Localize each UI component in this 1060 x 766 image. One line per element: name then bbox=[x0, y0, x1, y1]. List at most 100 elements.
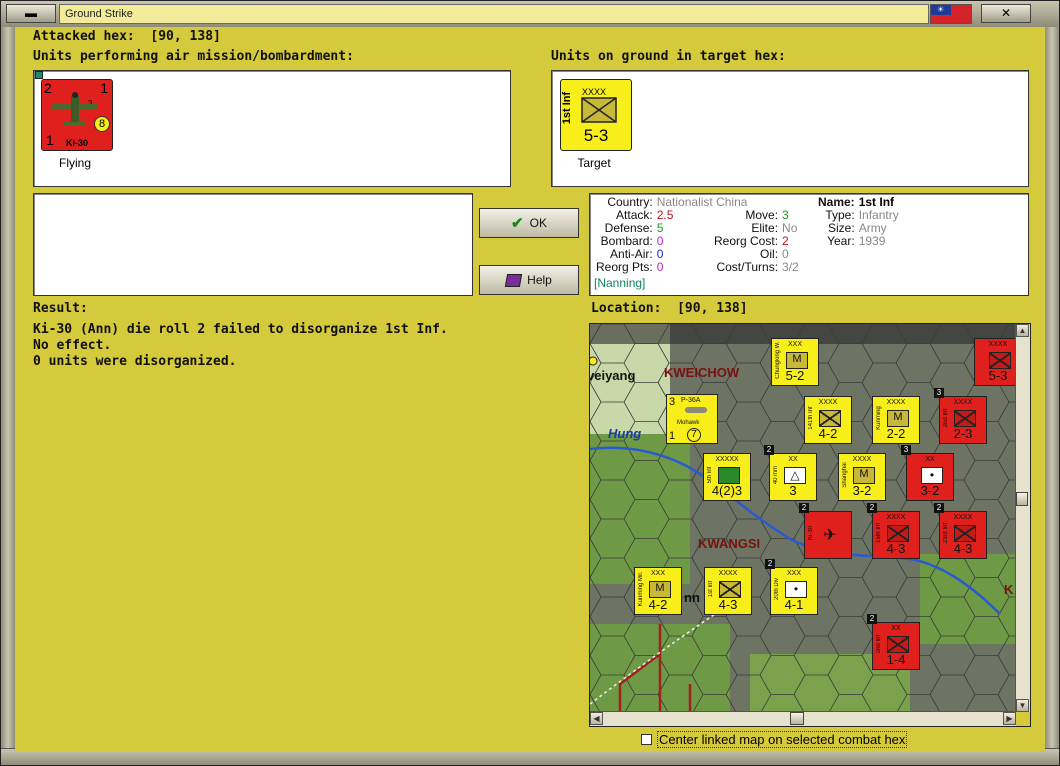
map-horizontal-scrollbar[interactable]: ◀ ▶ bbox=[590, 711, 1016, 726]
counter-strength: 4-2 bbox=[648, 597, 668, 612]
attacked-hex-label: Attacked hex: [90, 138] bbox=[33, 29, 221, 44]
result-label: Result: bbox=[33, 301, 88, 316]
p36a-aircraft-counter[interactable]: 3 P-36A Mohawk 1 7 bbox=[666, 394, 718, 444]
map-unit-counter[interactable]: XXXXX 5th Inf 4(2)3 bbox=[703, 453, 751, 501]
map-unit-counter[interactable]: XXX • 20th Div 4-1 2 bbox=[765, 559, 818, 615]
ki30-air-counter[interactable]: 2 1 1 3 8 Ki-30 bbox=[41, 79, 113, 151]
scroll-down-arrow-icon[interactable]: ▼ bbox=[1016, 699, 1029, 712]
book-icon bbox=[505, 273, 523, 287]
map-label-nn: nn bbox=[684, 590, 700, 605]
counter-strength: 3 bbox=[789, 483, 797, 498]
p36a-type: P-36A bbox=[681, 397, 701, 404]
ki30-aircraft-icon bbox=[52, 92, 98, 126]
unit-symbol-icon: M bbox=[853, 467, 875, 484]
map-unit-counter[interactable]: XXXX 15th Inf 4-3 2 bbox=[867, 503, 920, 559]
counter-size: XX bbox=[925, 456, 935, 463]
horizontal-scroll-thumb[interactable] bbox=[790, 712, 804, 725]
map-label-kwangsi: KWANGSI bbox=[698, 536, 761, 551]
location-value: [90, 138] bbox=[677, 301, 748, 316]
unit-symbol-icon bbox=[819, 410, 841, 427]
unit-symbol-icon bbox=[887, 525, 909, 542]
checkmark-icon: ✔ bbox=[511, 215, 524, 232]
counter-strength: 2-3 bbox=[953, 426, 973, 441]
window-title: Ground Strike bbox=[59, 4, 929, 24]
unit-symbol-icon bbox=[719, 581, 741, 598]
unit-id-table: Name: 1st Inf Type: Infantry Size: Army Yea… bbox=[816, 196, 901, 248]
stack-count-badge: 2 bbox=[799, 503, 809, 513]
1st-inf-target-counter[interactable]: XXXX 1st Inf 5-3 bbox=[560, 79, 632, 151]
range-circle: 8 bbox=[94, 116, 110, 132]
message-panel bbox=[33, 193, 473, 296]
counter-strength: 2-2 bbox=[886, 426, 906, 441]
counter-strength: 4-1 bbox=[784, 597, 804, 612]
frame-right bbox=[1045, 27, 1059, 751]
map-unit-counter[interactable]: XXX M Chungking W. 5-2 bbox=[771, 338, 819, 386]
map-vertical-scrollbar[interactable]: ▲ ▼ bbox=[1015, 324, 1030, 712]
counter-strength: 4-3 bbox=[886, 541, 906, 556]
scrollbar-corner bbox=[1016, 712, 1030, 726]
mission-marker-icon bbox=[35, 71, 43, 79]
unit-symbol-icon bbox=[887, 636, 909, 653]
map-unit-counter[interactable]: XXXX M Shanghai 3-2 bbox=[838, 453, 886, 501]
center-map-checkbox[interactable] bbox=[641, 734, 652, 745]
unit-symbol-icon: ✈ bbox=[823, 527, 837, 544]
ground-units-panel: XXXX 1st Inf 5-3 Target bbox=[551, 70, 1029, 187]
target-counter-strength: 5-3 bbox=[583, 126, 609, 145]
help-button-label: Help bbox=[527, 273, 552, 287]
ground-units-label: Units on ground in target hex: bbox=[551, 49, 786, 64]
result-line: No effect. bbox=[33, 338, 112, 353]
year-key: Year: bbox=[827, 234, 855, 248]
linked-map[interactable]: veiyang KWEICHOW Hung KWANGSI nn K 3 P-3… bbox=[589, 323, 1031, 727]
map-unit-counter[interactable]: XX • 3-2 3 bbox=[901, 445, 954, 501]
p36a-circle: 7 bbox=[687, 428, 701, 442]
air-unit-status: Flying bbox=[58, 156, 91, 170]
target-counter-name: 1st Inf bbox=[561, 91, 574, 125]
scroll-up-arrow-icon[interactable]: ▲ bbox=[1016, 324, 1029, 337]
nanning-location-link[interactable]: [Nanning] bbox=[594, 276, 645, 290]
map-label-k: K bbox=[1004, 582, 1014, 597]
year-value: 1939 bbox=[858, 234, 886, 248]
counter-strength: 4-3 bbox=[718, 597, 738, 612]
ok-button[interactable]: ✔ OK bbox=[479, 208, 579, 238]
air-units-label: Units performing air mission/bombardment… bbox=[33, 49, 354, 64]
nationalist-china-flag-icon: ☀ bbox=[930, 4, 972, 24]
stack-count-badge: 3 bbox=[934, 388, 944, 398]
p36a-plane-icon bbox=[685, 407, 707, 413]
map-unit-counter[interactable]: XXX M Kunming Mil. 4-2 bbox=[634, 567, 682, 615]
map-unit-counter[interactable]: XXXX 1st Inf 4-3 bbox=[704, 567, 752, 615]
result-line: Ki-30 (Ann) die roll 2 failed to disorga… bbox=[33, 322, 448, 337]
map-unit-counter[interactable]: XX △ 40 mm 3 2 bbox=[764, 445, 817, 501]
vertical-scroll-thumb[interactable] bbox=[1016, 492, 1028, 506]
ground-strike-window: ▬ Ground Strike ☀ ✕ Attacked hex: [90, 1… bbox=[0, 0, 1060, 766]
air-counter-type: Ki-30 bbox=[65, 138, 88, 148]
dialog-content: Attacked hex: [90, 138] Units performing… bbox=[15, 27, 1045, 751]
unit-symbol-icon: M bbox=[649, 581, 671, 598]
unit-symbol-icon bbox=[954, 410, 976, 427]
help-button[interactable]: Help bbox=[479, 265, 579, 295]
air-units-panel: 2 1 1 3 8 Ki-30 Flying bbox=[33, 70, 511, 187]
map-unit-counter[interactable]: XX 2nd Inf 1-4 2 bbox=[867, 614, 920, 670]
close-button[interactable]: ✕ bbox=[981, 4, 1031, 23]
counter-name: Ki-30 bbox=[808, 526, 814, 541]
stack-count-badge: 2 bbox=[764, 445, 774, 455]
scroll-right-arrow-icon[interactable]: ▶ bbox=[1003, 712, 1016, 725]
scroll-left-arrow-icon[interactable]: ◀ bbox=[590, 712, 603, 725]
window-menu-button[interactable]: ▬ bbox=[6, 4, 56, 23]
counter-strength: 4-3 bbox=[953, 541, 973, 556]
cost-turns-value: 3/2 bbox=[782, 260, 799, 274]
map-unit-counter[interactable]: XXXX M Kunming 2-2 bbox=[872, 396, 920, 444]
result-line: 0 units were disorganized. bbox=[33, 354, 237, 369]
map-label-hung: Hung bbox=[608, 426, 642, 441]
map-label-weiyang: veiyang bbox=[589, 368, 636, 383]
stack-count-badge: 2 bbox=[765, 559, 775, 569]
p36a-owner: Mohawk bbox=[677, 420, 700, 426]
frame-left bbox=[1, 27, 15, 751]
map-unit-counter[interactable]: XXXX 23rd Inf 4-3 2 bbox=[934, 503, 987, 559]
unit-symbol-icon: M bbox=[887, 410, 909, 427]
p36a-left: 3 bbox=[669, 396, 676, 408]
infantry-symbol-icon bbox=[581, 97, 617, 123]
center-map-checkbox-label[interactable]: Center linked map on selected combat hex bbox=[657, 731, 908, 748]
map-unit-counter[interactable]: ✈ Ki-30 2 bbox=[799, 503, 852, 559]
map-unit-counter[interactable]: XXXX 2nd Inf 2-3 3 bbox=[934, 388, 987, 444]
map-unit-counter[interactable]: XXXX 141th Inf 4-2 bbox=[804, 396, 852, 444]
